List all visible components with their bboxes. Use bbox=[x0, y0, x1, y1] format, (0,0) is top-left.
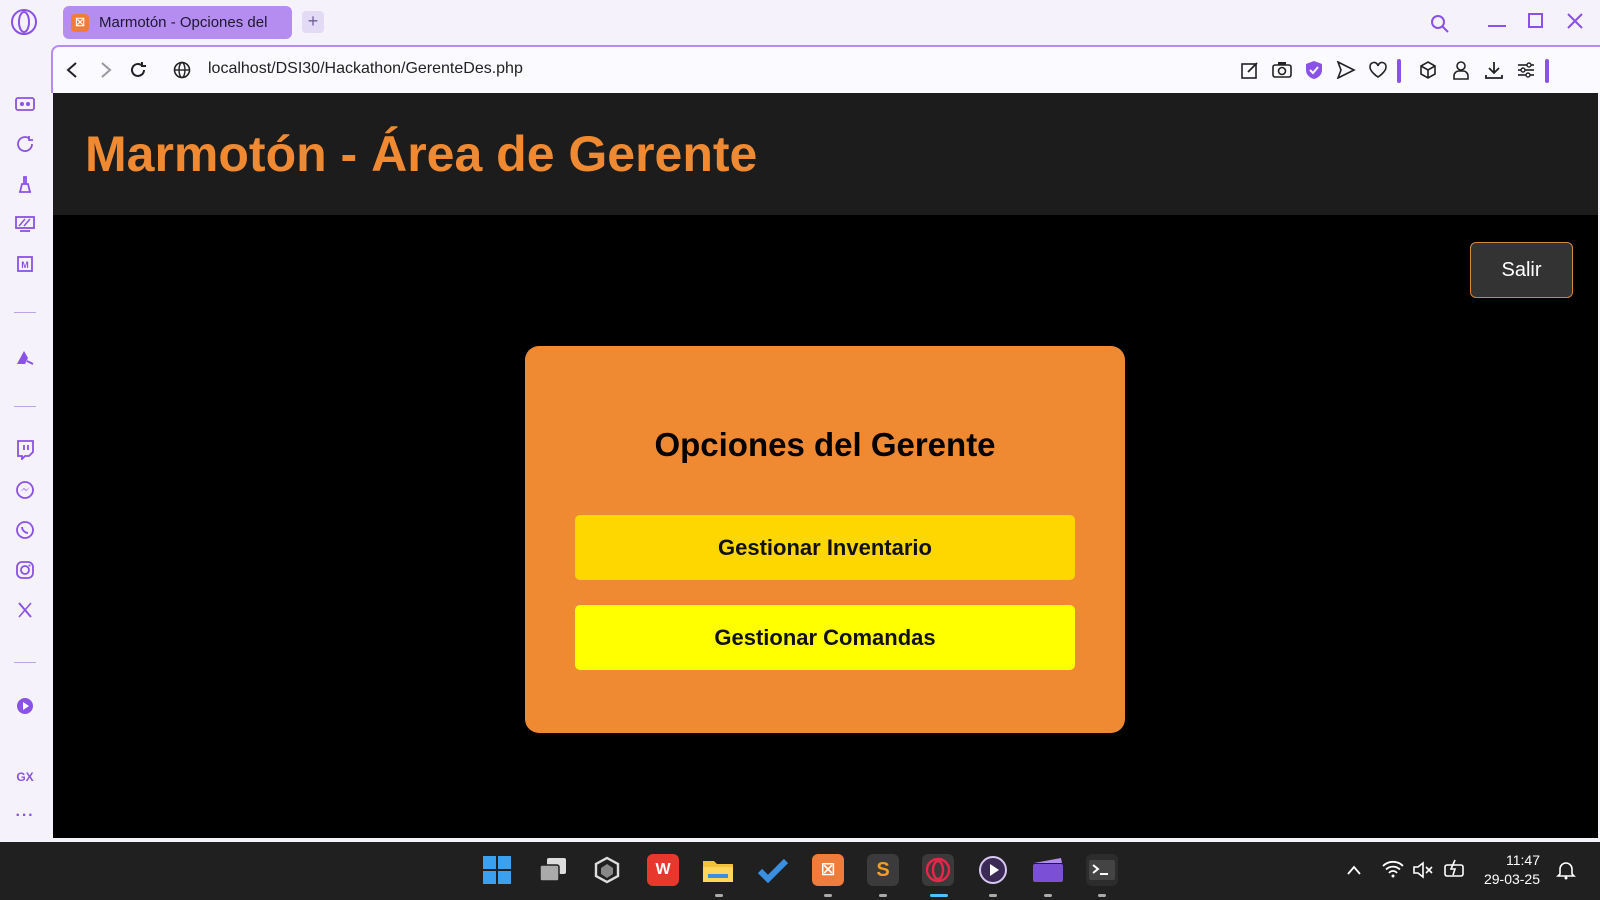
active-indicator bbox=[930, 894, 948, 897]
extensions-cube-icon[interactable] bbox=[1417, 59, 1439, 81]
manage-inventory-button[interactable]: Gestionar Inventario bbox=[575, 515, 1075, 580]
chevron-up-icon[interactable] bbox=[1346, 864, 1362, 876]
limiter-icon[interactable] bbox=[13, 212, 37, 236]
opera-logo-icon[interactable] bbox=[10, 8, 38, 36]
system-clock[interactable]: 11:47 29-03-25 bbox=[1480, 851, 1540, 889]
site-info-icon[interactable] bbox=[171, 59, 193, 81]
edit-page-icon[interactable] bbox=[1239, 59, 1261, 81]
opera-gx-icon[interactable] bbox=[922, 854, 954, 886]
running-indicator bbox=[1044, 894, 1052, 897]
vpn-shield-icon[interactable] bbox=[1303, 59, 1325, 81]
mods-icon[interactable]: M bbox=[13, 252, 37, 276]
sidebar-divider bbox=[14, 662, 36, 663]
gaming-icon[interactable] bbox=[13, 92, 37, 116]
running-indicator bbox=[715, 894, 723, 897]
manage-orders-button[interactable]: Gestionar Comandas bbox=[575, 605, 1075, 670]
task-view-icon[interactable] bbox=[537, 854, 569, 886]
terminal-icon[interactable] bbox=[1086, 854, 1118, 886]
send-icon[interactable] bbox=[1335, 59, 1357, 81]
running-indicator bbox=[989, 894, 997, 897]
unity-icon[interactable] bbox=[591, 854, 623, 886]
toolbar-divider bbox=[1397, 59, 1401, 83]
xampp-icon[interactable]: ☒ bbox=[812, 854, 844, 886]
logout-button[interactable]: Salir bbox=[1470, 242, 1573, 298]
xampp-icon: ☒ bbox=[71, 13, 89, 32]
card-title: Opciones del Gerente bbox=[654, 426, 996, 463]
browser-window: ☒ Marmotón - Opciones del + M GX ··· loc… bbox=[0, 0, 1600, 842]
file-explorer-icon[interactable] bbox=[702, 854, 734, 886]
manager-options-card: Opciones del Gerente Gestionar Inventari… bbox=[525, 346, 1125, 733]
clock-time: 11:47 bbox=[1506, 852, 1540, 868]
sublime-text-icon[interactable]: S bbox=[867, 854, 899, 886]
web-page: Marmotón - Área de Gerente Salir Opcione… bbox=[53, 93, 1598, 838]
aria-icon[interactable] bbox=[13, 345, 37, 369]
easy-setup-icon[interactable] bbox=[1515, 59, 1537, 81]
messenger-icon[interactable] bbox=[13, 478, 37, 502]
forward-icon[interactable] bbox=[95, 59, 117, 81]
new-tab-button[interactable]: + bbox=[302, 11, 324, 33]
running-indicator bbox=[824, 894, 832, 897]
toolbar-divider bbox=[1545, 59, 1549, 83]
speaker-muted-icon[interactable] bbox=[1412, 861, 1434, 879]
search-icon[interactable] bbox=[1430, 14, 1450, 34]
tab-active[interactable]: ☒ Marmotón - Opciones del bbox=[63, 6, 292, 39]
wps-office-icon[interactable]: W bbox=[647, 854, 679, 886]
speed-dial-icon[interactable] bbox=[13, 132, 37, 156]
windows-start-icon[interactable] bbox=[481, 854, 513, 886]
back-icon[interactable] bbox=[61, 59, 83, 81]
page-title: Marmotón - Área de Gerente bbox=[85, 126, 758, 182]
x-twitter-icon[interactable] bbox=[13, 598, 37, 622]
maximize-icon[interactable] bbox=[1527, 12, 1545, 30]
minimize-icon[interactable] bbox=[1486, 12, 1508, 32]
battery-charging-icon[interactable] bbox=[1443, 859, 1465, 879]
media-player-icon[interactable] bbox=[977, 854, 1009, 886]
browser-sidebar: M GX ··· bbox=[0, 45, 51, 842]
profile-icon[interactable] bbox=[1450, 59, 1472, 81]
whatsapp-icon[interactable] bbox=[13, 518, 37, 542]
instagram-icon[interactable] bbox=[13, 558, 37, 582]
notification-bell-icon[interactable] bbox=[1556, 860, 1576, 880]
twitch-icon[interactable] bbox=[13, 438, 37, 462]
clipchamp-icon[interactable] bbox=[1032, 854, 1064, 886]
close-icon[interactable] bbox=[1566, 12, 1584, 30]
download-icon[interactable] bbox=[1483, 59, 1505, 81]
sidebar-divider bbox=[14, 312, 36, 313]
url-field[interactable]: localhost/DSI30/Hackathon/GerenteDes.php bbox=[208, 60, 523, 78]
gx-corner-label[interactable]: GX bbox=[13, 770, 37, 784]
sidebar-divider bbox=[14, 406, 36, 407]
reload-icon[interactable] bbox=[127, 59, 149, 81]
running-indicator bbox=[879, 894, 887, 897]
page-header: Marmotón - Área de Gerente bbox=[53, 93, 1598, 215]
clock-date: 29-03-25 bbox=[1483, 871, 1540, 887]
wifi-icon[interactable] bbox=[1382, 860, 1404, 878]
running-indicator bbox=[1098, 894, 1106, 897]
tab-bar: ☒ Marmotón - Opciones del + bbox=[0, 0, 1600, 45]
cleaner-icon[interactable] bbox=[13, 172, 37, 196]
todo-icon[interactable] bbox=[757, 854, 789, 886]
tab-title: Marmotón - Opciones del bbox=[99, 14, 268, 31]
address-bar-row: localhost/DSI30/Hackathon/GerenteDes.php bbox=[51, 45, 1600, 93]
heart-icon[interactable] bbox=[1367, 59, 1389, 81]
more-options-icon[interactable]: ··· bbox=[13, 807, 37, 825]
camera-icon[interactable] bbox=[1271, 59, 1293, 81]
windows-taskbar: W ☒ S 11:47 29-03-25 bbox=[0, 842, 1600, 900]
music-player-icon[interactable] bbox=[13, 694, 37, 718]
svg-text:M: M bbox=[21, 260, 29, 270]
